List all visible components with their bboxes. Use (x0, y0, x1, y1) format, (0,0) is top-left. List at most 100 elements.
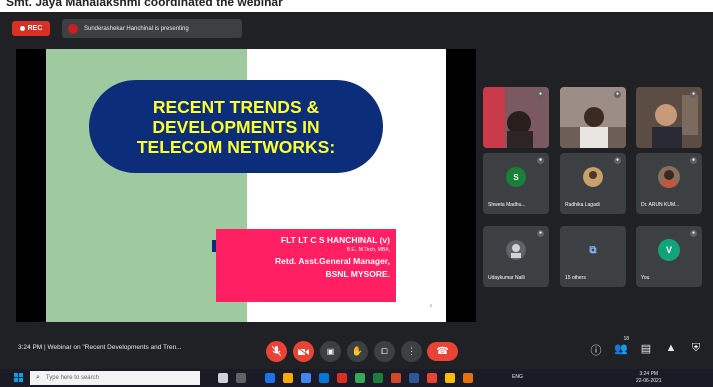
slide-title-line-1: RECENT TRENDS & (152, 96, 320, 117)
present-icon: ⧠ (381, 346, 388, 356)
participant-tile[interactable]: ● (483, 87, 549, 148)
taskbar-app-icon[interactable] (337, 373, 347, 383)
host-controls-button[interactable]: ⛨ (688, 342, 704, 360)
taskbar-app-icon[interactable] (236, 373, 246, 383)
mic-off-icon (272, 346, 281, 357)
muted-mic-icon: ● (690, 230, 697, 237)
chat-icon: ▤ (640, 343, 652, 355)
powerpoint-icon[interactable] (391, 373, 401, 383)
presenter-name-box: FLT LT C S HANCHINAL (v) B.E., M.Tech, M… (216, 229, 396, 302)
participant-name: You (641, 275, 650, 281)
caption-banner: Smt. Jaya Mahalakshmi coordinated the we… (0, 0, 713, 12)
meeting-time: 3:24 PM (18, 344, 43, 351)
meeting-topbar: REC Sunderashekar Hanchinal is presentin… (0, 12, 713, 44)
store-icon[interactable] (301, 373, 311, 383)
more-options-button[interactable]: ⋮ (401, 341, 422, 362)
muted-mic-icon: ● (690, 157, 697, 164)
meeting-controls-bar: 3:24 PM | Webinar on "Recent Development… (0, 334, 713, 369)
taskbar-app-icon[interactable] (463, 373, 473, 383)
present-screen-button[interactable]: ⧠ (374, 341, 395, 362)
hang-up-icon: ☎ (436, 346, 449, 357)
more-vert-icon: ⋮ (407, 346, 416, 356)
muted-mic-icon: ● (537, 157, 544, 164)
muted-mic-icon: ● (690, 91, 697, 98)
presenting-banner: Sunderashekar Hanchinal is presenting (62, 19, 242, 38)
presenter-degrees: B.E., M.Tech, MBA, (346, 247, 390, 253)
participant-tile[interactable]: ● (636, 87, 702, 148)
presenting-text: Sunderashekar Hanchinal is presenting (84, 25, 189, 32)
captions-button[interactable]: ▣ (320, 341, 341, 362)
caption-text: Smt. Jaya Mahalakshmi coordinated the we… (6, 0, 283, 9)
people-icon: 👥 (614, 343, 628, 355)
activities-button[interactable]: ▲ (663, 342, 679, 360)
edge-icon[interactable] (265, 373, 275, 383)
avatar: S (506, 167, 526, 187)
presenter-avatar (68, 23, 78, 34)
people-count: 18 (623, 336, 629, 342)
camera-off-icon (298, 347, 309, 356)
participant-name: Udaykumar Nalli (488, 275, 525, 281)
people-button[interactable]: 👥 18 (613, 336, 629, 360)
windows-start-icon[interactable] (14, 373, 23, 382)
clock-date: 22-06-2021 (636, 378, 662, 384)
muted-mic-icon: ● (537, 230, 544, 237)
muted-mic-icon: ● (537, 91, 544, 98)
recording-dot-icon (19, 26, 25, 31)
recording-label: REC (27, 25, 43, 32)
captions-icon: ▣ (326, 347, 335, 356)
presentation-stage: RECENT TRENDS & DEVELOPMENTS IN TELECOM … (16, 49, 476, 322)
muted-mic-icon: ● (614, 91, 621, 98)
leave-call-button[interactable]: ☎ (427, 342, 458, 361)
presentation-slide: RECENT TRENDS & DEVELOPMENTS IN TELECOM … (46, 49, 446, 322)
avatar: V (658, 239, 680, 261)
windows-taskbar: ⌕ Type here to search ENG 3:24 PM 22-06-… (0, 369, 713, 387)
participant-tile[interactable]: S ● Shweta Madhu... (483, 153, 549, 214)
taskbar-search-box[interactable]: ⌕ Type here to search (30, 371, 200, 385)
slide-title-pill: RECENT TRENDS & DEVELOPMENTS IN TELECOM … (89, 80, 383, 173)
participant-tile[interactable]: ● Dr. ARUN KUM... (636, 153, 702, 214)
avatar (583, 167, 603, 187)
avatar (506, 240, 526, 260)
participant-name: Radhika Lagadi (565, 202, 600, 208)
participant-tile-self[interactable]: V ● You (636, 226, 702, 287)
slide-page-number: 2 (429, 303, 432, 308)
camera-toggle-button[interactable] (293, 341, 314, 362)
participant-tile[interactable]: ● (560, 87, 626, 148)
hand-icon: ✋ (351, 346, 364, 356)
excel-icon[interactable] (373, 373, 383, 383)
mic-toggle-button[interactable] (266, 341, 287, 362)
presenter-org: BSNL MYSORE. (325, 269, 390, 279)
meeting-title: Webinar on "Recent Developments and Tren… (47, 344, 182, 351)
presenter-designation: Retd. Asst.General Manager, (275, 256, 390, 266)
recording-badge: REC (12, 21, 50, 36)
activities-icon: ▲ (665, 342, 677, 354)
participant-tile-others[interactable]: ⧉ 15 others (560, 226, 626, 287)
participant-tile[interactable]: ● Udaykumar Nalli (483, 226, 549, 287)
meeting-info-button[interactable]: ⓘ (588, 342, 604, 360)
meeting-window: REC Sunderashekar Hanchinal is presentin… (0, 12, 713, 369)
task-view-icon[interactable] (218, 373, 228, 383)
participant-name: Shweta Madhu... (488, 202, 526, 208)
presenter-name: FLT LT C S HANCHINAL (v) (280, 235, 390, 245)
avatar (658, 166, 680, 188)
slide-title-line-2: DEVELOPMENTS IN (152, 116, 320, 137)
system-tray[interactable]: ENG (512, 374, 523, 380)
search-icon: ⌕ (36, 374, 40, 381)
raise-hand-button[interactable]: ✋ (347, 341, 368, 362)
chrome-icon[interactable] (355, 373, 365, 383)
participant-name: Dr. ARUN KUM... (641, 202, 680, 208)
file-explorer-icon[interactable] (283, 373, 293, 383)
taskbar-app-icon[interactable] (445, 373, 455, 383)
shield-icon: ⛨ (691, 342, 701, 354)
muted-mic-icon: ● (614, 157, 621, 164)
meeting-time-and-title: 3:24 PM | Webinar on "Recent Development… (18, 344, 182, 351)
taskbar-app-icon[interactable] (427, 373, 437, 383)
others-group-icon: ⧉ (589, 244, 597, 256)
chat-button[interactable]: ▤ (638, 342, 654, 360)
word-icon[interactable] (409, 373, 419, 383)
taskbar-clock[interactable]: 3:24 PM 22-06-2021 (636, 371, 662, 385)
mail-icon[interactable] (319, 373, 329, 383)
participant-tile[interactable]: ● Radhika Lagadi (560, 153, 626, 214)
search-placeholder: Type here to search (45, 375, 99, 381)
clock-time: 3:24 PM (639, 371, 659, 377)
